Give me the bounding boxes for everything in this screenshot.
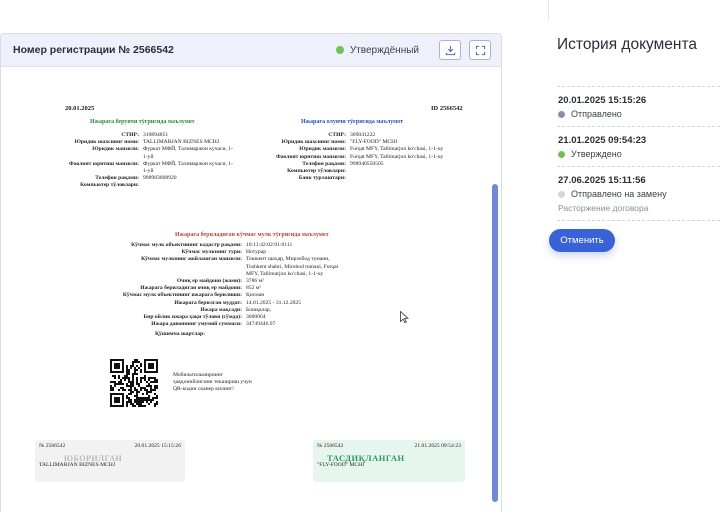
panel-divider	[548, 0, 549, 20]
history-status-dot	[558, 150, 565, 158]
status-text: Утверждённый	[349, 44, 419, 56]
card-header: Номер регистрации № 2566542 Утверждённый	[1, 34, 501, 67]
sig-left-date: 20.01.2025 15:15:26	[134, 443, 181, 449]
registration-title: Номер регистрации № 2566542	[13, 44, 174, 56]
field-value: 309041222	[350, 132, 376, 138]
field-value: 998940550505	[350, 160, 384, 167]
history-note: Расторжение договора	[558, 203, 649, 213]
field-value: "FLY-FOOD" MCHJ	[350, 139, 398, 146]
document-date: 20.01.2025	[65, 105, 95, 112]
field-label: Телефон рақами:	[302, 160, 346, 167]
download-icon	[445, 45, 455, 55]
signature-sent: № 2566542 20.01.2025 15:15:26 ЮБОРИЛГАН …	[35, 440, 185, 482]
history-time: 27.06.2025 15:11:56	[558, 175, 646, 186]
status-badge: Утверждённый	[335, 44, 419, 56]
field-value	[350, 175, 460, 182]
field-value: Фуркат МФЙ, Талимаржон кучаси, 1-1-уй	[143, 146, 233, 160]
mouse-cursor-icon	[400, 311, 409, 323]
field-label: Юридик манзили:	[299, 146, 346, 153]
field-label: СТИР:	[121, 132, 139, 138]
history-status: Утверждено	[558, 149, 720, 159]
qr-code-icon	[110, 359, 158, 407]
sig-right-stamp: ТАСДИҚЛАНГАН	[327, 453, 405, 464]
history-item: 27.06.2025 15:11:56 Отправлено на замену Р…	[557, 167, 720, 221]
document-card: Номер регистрации № 2566542 Утверждённый…	[0, 33, 502, 512]
history-time: 20.01.2025 15:15:26	[558, 95, 647, 106]
field-value: Қисман	[246, 292, 265, 299]
lessee-info: СТИР: 309041222 Юридик шахснинг номи: "FLY-…	[245, 132, 460, 182]
history-list: 20.01.2025 15:15:26 Отправлено 21.01.2025 …	[557, 86, 720, 221]
expand-button[interactable]	[469, 40, 491, 60]
lessor-info: СТИР: 310894851 Юридик шахснинг номи: TALLI…	[35, 132, 233, 190]
field-label: Юридик шахснинг номи:	[74, 139, 139, 146]
signature-approved: № 2566542 21.01.2025 09:54:23 ТАСДИҚЛАНГ…	[313, 440, 465, 482]
field-value: Бошқалар,	[246, 306, 272, 313]
field-value: 10:11:42:02:01:0111	[246, 242, 293, 248]
field-value	[143, 182, 233, 189]
field-label: Фаолият юритиш манзили:	[275, 153, 346, 160]
field-label: Кўчмас мулкнинг жойлашган манзили:	[141, 256, 242, 263]
field-value: 310894851	[143, 132, 169, 138]
field-value: 3786 м²	[246, 278, 264, 285]
field-label: Банк турлаштари:	[298, 175, 346, 182]
property-info: Кўчмас мулк объектининг кадастр рақами: 1…	[35, 242, 346, 328]
qr-note: Мобильтильмирнинг ҳаққонийлигини текшири…	[173, 372, 252, 393]
history-status: Отправлено на замену	[558, 189, 720, 199]
field-label: Фаолият юритиш манзили:	[68, 160, 139, 167]
sig-right-number: № 2566542	[317, 443, 344, 449]
field-label: Компьютер тўловлари:	[80, 182, 139, 189]
history-title: История документа	[557, 36, 697, 53]
expand-icon	[475, 45, 485, 55]
history-status: Отправлено	[558, 109, 720, 119]
field-label: Юридик манзили:	[92, 146, 139, 153]
history-status-dot	[558, 110, 565, 118]
field-value: 852 м²	[246, 285, 262, 292]
field-value: 34749446.97	[246, 321, 276, 328]
document-id: ID 2566542	[431, 105, 463, 112]
field-label: Юридик шахснинг номи:	[281, 139, 346, 146]
lessee-section-title: Ижарага олувчи тўғрисида маълумот	[301, 119, 404, 125]
status-dot	[335, 46, 344, 54]
download-button[interactable]	[439, 40, 461, 60]
property-section-title: Ижарага бериладиган кўчмас мулк тўғрисид…	[175, 232, 329, 238]
history-status-dot	[558, 190, 565, 198]
sig-right-org: "FLY-FOOD" MCHJ	[317, 462, 365, 469]
field-value: 14.01.2025 - 31.12.2025	[246, 299, 302, 306]
document-viewer[interactable]: 20.01.2025 ID 2566542 Ижарага берувчи тў…	[1, 68, 491, 512]
field-value: Furqat MFY, Tallimarjon ko'chasi, 1-1-uy	[350, 146, 444, 153]
field-value: Тошкент шаҳар, Мирзобод тумани, Toshkent…	[246, 256, 339, 277]
sig-left-number: № 2566542	[39, 443, 66, 449]
field-value: 3000064	[246, 314, 266, 321]
field-label: СТИР:	[328, 132, 346, 138]
sig-left-org: TALLIMARJAN BIZNES MCHJ	[39, 462, 116, 469]
field-value	[350, 168, 460, 175]
field-value: Furqat MFY, Tallimarjon ko'chasi, 1-1-uy	[350, 153, 444, 160]
cancel-button[interactable]: Отменить	[549, 229, 615, 252]
history-status-text: Утверждено	[571, 149, 622, 159]
field-label: Ижара мақсади:	[200, 306, 242, 313]
field-label: Ижара давоннинг умумий суммаси:	[151, 321, 242, 328]
scrollbar-thumb[interactable]	[492, 184, 498, 502]
history-status-text: Отправлено на замену	[571, 189, 667, 199]
history-item: 21.01.2025 09:54:23 Утверждено	[557, 127, 720, 167]
lessor-section-title: Ижарага берувчи тўғрисида маълумот	[90, 119, 195, 125]
field-value: Фуркат МФЙ, Талимаржон кучаси, 1-1-уй	[143, 160, 233, 175]
field-label: Кўчмас мулк объектининг ижарага берилиши…	[122, 292, 242, 299]
history-item: 20.01.2025 15:15:26 Отправлено	[557, 86, 720, 127]
history-status-text: Отправлено	[571, 109, 622, 119]
extra-terms-label: Қўшимча шартлар:	[155, 331, 206, 337]
field-label: Компьютер тўловлари:	[287, 168, 346, 175]
history-time: 21.01.2025 09:54:23	[558, 135, 647, 146]
sig-left-stamp: ЮБОРИЛГАН	[64, 454, 123, 464]
field-value: 998983008920	[143, 175, 177, 182]
sig-right-date: 21.01.2025 09:54:23	[414, 443, 461, 449]
field-label: Ижарага берилган муддат:	[174, 299, 242, 306]
